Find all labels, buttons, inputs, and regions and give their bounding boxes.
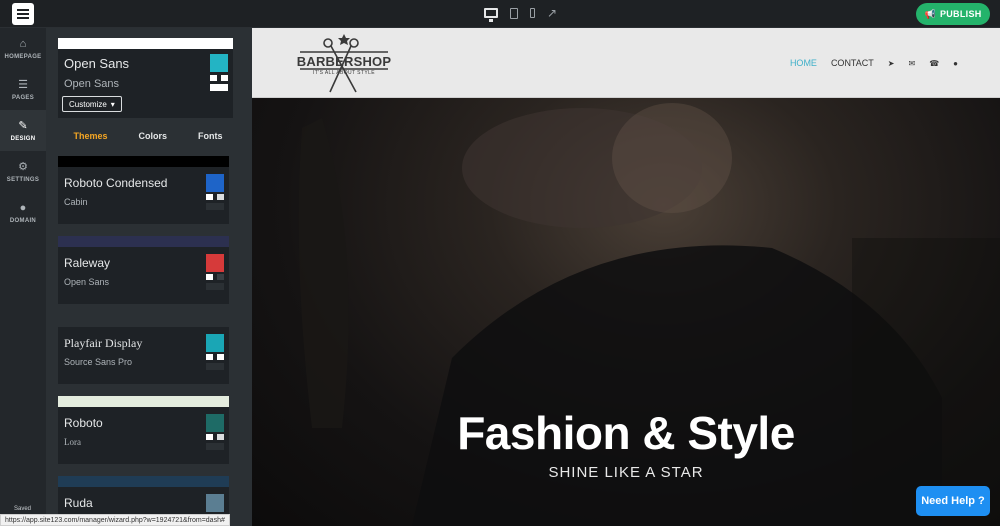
theme-swatch-bar [206,203,224,210]
tablet-icon[interactable] [510,7,518,19]
theme-main-swatch [206,174,224,192]
desktop-icon[interactable] [484,8,498,22]
globe-icon: ● [19,201,27,214]
phone-icon[interactable]: ☎ [929,59,939,68]
design-panel: Open Sans Open Sans Customize ▾ Themes C… [46,28,252,526]
nav-settings[interactable]: ⚙ SETTINGS [0,151,46,192]
site-preview: BARBERSHOP IT'S ALL ABOUT STYLE HOME CON… [252,28,1000,526]
hero-subtitle: SHINE LIKE A STAR [548,464,704,481]
site-header: BARBERSHOP IT'S ALL ABOUT STYLE HOME CON… [252,28,1000,98]
current-main-swatch [210,54,228,72]
tab-fonts[interactable]: Fonts [198,131,223,141]
nav-pages[interactable]: ☰ PAGES [0,69,46,110]
tab-themes[interactable]: Themes [73,131,107,141]
theme-body-font: Source Sans Pro [64,357,133,367]
theme-swatch-small [206,194,213,200]
theme-swatch-small [217,354,224,360]
theme-main-swatch [206,494,224,512]
theme-body-font: Cabin [64,197,88,207]
brand-tagline: IT'S ALL ABOUT STYLE [312,70,376,76]
theme-heading-font: Roboto [64,416,103,430]
theme-main-swatch [206,334,224,352]
nav-settings-label: SETTINGS [6,176,40,183]
envelope-icon[interactable]: ✉ [908,59,915,68]
external-link-icon[interactable]: ↗ [547,6,557,20]
current-theme-card: Open Sans Open Sans Customize ▾ [58,38,233,118]
site-logo[interactable]: BARBERSHOP IT'S ALL ABOUT STYLE [294,34,394,94]
location-arrow-icon[interactable]: ➤ [888,59,895,68]
theme-card[interactable]: Roboto Condensed Cabin [58,156,229,224]
brand-name: BARBERSHOP [296,54,392,69]
pages-icon: ☰ [18,78,28,91]
nav-pages-label: PAGES [11,94,35,101]
theme-swatch-bar [206,283,224,290]
nav-design-label: DESIGN [10,135,36,142]
need-help-button[interactable]: Need Help ? [916,486,990,516]
left-nav: ⌂ HOMEPAGE ☰ PAGES ✎ DESIGN ⚙ SETTINGS ●… [0,28,46,526]
nav-homepage-label: HOMEPAGE [4,53,42,60]
theme-strip [58,316,229,327]
hero-background-image [298,103,1000,526]
publish-button[interactable]: 📢 PUBLISH [916,3,990,25]
tab-colors[interactable]: Colors [138,131,167,141]
customize-label: Customize [69,99,107,109]
menu-contact[interactable]: CONTACT [831,58,874,68]
nav-domain-label: DOMAIN [9,217,37,224]
theme-swatch-small [217,434,224,440]
gear-icon: ⚙ [18,160,28,173]
theme-swatch-small [217,194,224,200]
current-swatch-small-1 [210,75,217,81]
nav-homepage[interactable]: ⌂ HOMEPAGE [0,28,46,69]
nav-design[interactable]: ✎ DESIGN [0,110,46,151]
theme-heading-font: Ruda [64,496,93,510]
publish-label: PUBLISH [939,9,982,19]
site-menu: HOME CONTACT ➤ ✉ ☎ ● [790,58,958,68]
theme-swatch-small [206,354,213,360]
theme-card[interactable]: Playfair Display Source Sans Pro [58,316,229,384]
hero-section: Fashion & Style SHINE LIKE A STAR [252,98,1000,526]
phone-icon[interactable] [530,8,535,18]
hero-title: Fashion & Style [457,407,795,459]
saved-status: Saved [14,506,32,512]
theme-swatch-small [217,274,224,280]
menu-home[interactable]: HOME [790,58,817,68]
top-bar: ↗ 📢 PUBLISH [0,0,1000,28]
customize-button[interactable]: Customize ▾ [62,96,122,112]
megaphone-icon: 📢 [924,8,936,19]
theme-heading-font: Playfair Display [64,336,143,350]
menu-logo-button[interactable] [12,3,34,25]
theme-strip [58,396,229,407]
theme-main-swatch [206,414,224,432]
user-icon[interactable]: ● [953,59,958,68]
device-switcher: ↗ [484,6,557,22]
caret-down-icon: ▾ [110,99,115,109]
theme-swatch-bar [206,363,224,370]
theme-strip [58,476,229,487]
nav-domain[interactable]: ● DOMAIN [0,192,46,233]
theme-card[interactable]: Raleway Open Sans [58,236,229,304]
theme-strip [58,236,229,247]
theme-body-font: Open Sans [64,277,110,287]
browser-status-url: https://app.site123.com/manager/wizard.p… [0,514,230,526]
current-theme-strip [58,38,233,49]
theme-main-swatch [206,254,224,272]
theme-swatch-small [206,274,213,280]
theme-swatch-bar [206,443,224,450]
theme-body-font: Lora [64,437,81,447]
current-swatch-bar [210,84,228,91]
brush-icon: ✎ [18,119,28,132]
home-icon: ⌂ [19,37,27,50]
theme-strip [58,156,229,167]
design-tabs: Themes Colors Fonts [58,131,238,141]
current-body-font: Open Sans [64,78,120,90]
theme-card[interactable]: Roboto Lora [58,396,229,464]
theme-heading-font: Roboto Condensed [64,176,168,190]
current-swatch-small-2 [221,75,228,81]
theme-swatch-small [206,434,213,440]
current-heading-font: Open Sans [64,56,130,71]
theme-heading-font: Raleway [64,256,111,270]
